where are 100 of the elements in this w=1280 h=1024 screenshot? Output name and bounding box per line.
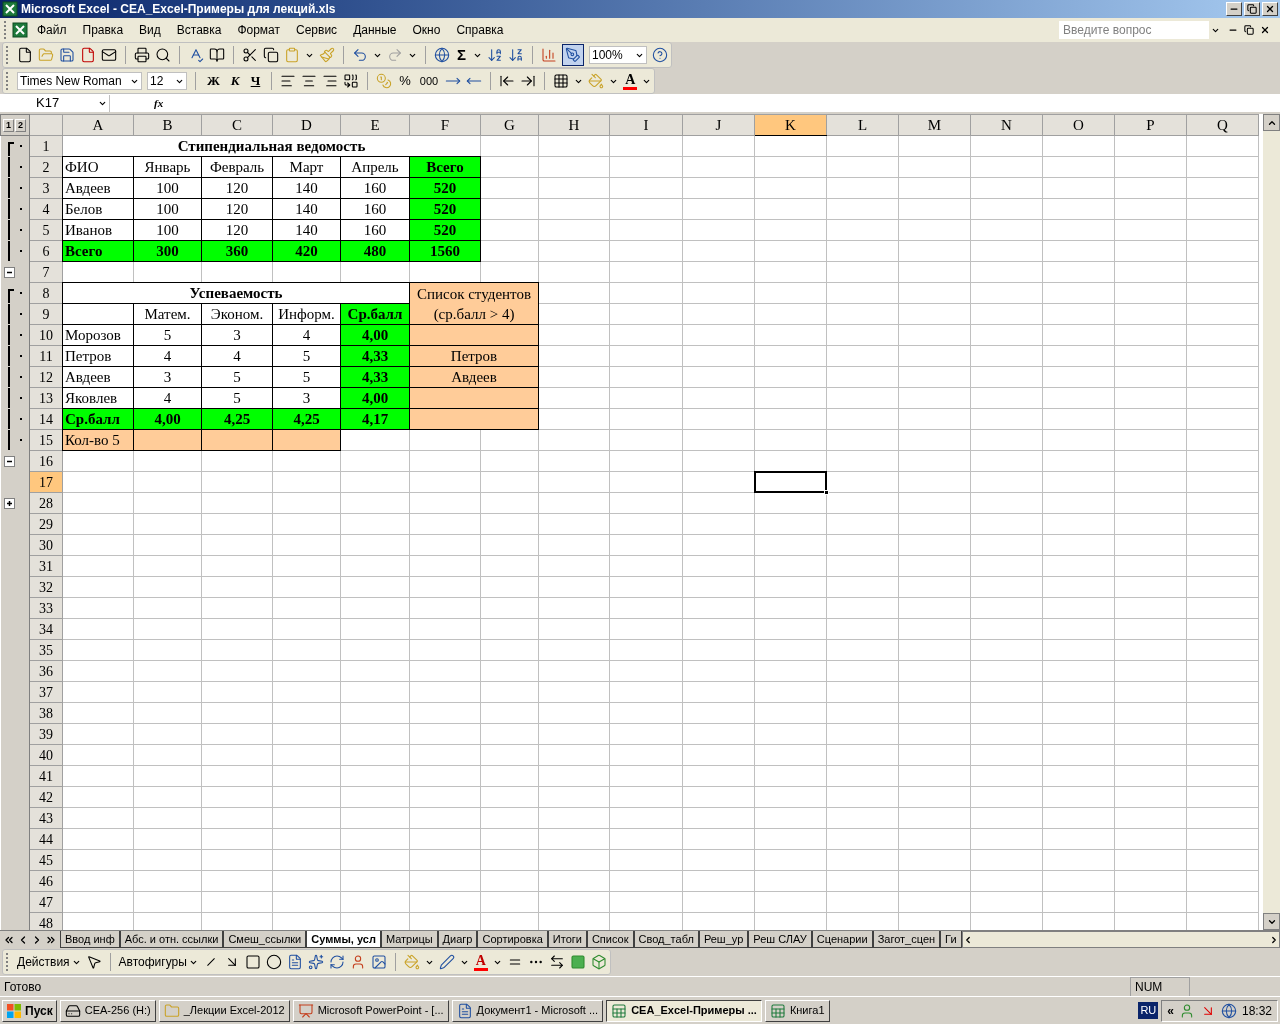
copy-icon[interactable] (263, 47, 279, 63)
column-header[interactable]: Q (1186, 114, 1259, 136)
taskbar-button[interactable]: CEA_Excel-Примеры ... (606, 999, 762, 1022)
diagram-icon[interactable] (328, 954, 345, 970)
borders-icon[interactable] (553, 73, 570, 89)
sort-ascending-icon[interactable] (487, 47, 503, 63)
function-label[interactable]: fx (110, 94, 164, 112)
sheet-tab[interactable]: Матрицы (380, 931, 438, 948)
menu-item[interactable]: Вид (132, 21, 168, 39)
spellcheck-icon[interactable] (188, 47, 204, 63)
drive-icon[interactable] (64, 1002, 81, 1019)
help-icon[interactable] (652, 47, 668, 63)
column-header[interactable]: K (754, 114, 827, 136)
rectangle-icon[interactable] (244, 954, 261, 970)
spreadsheet-icon[interactable] (769, 1002, 786, 1019)
ellipse-icon[interactable] (265, 954, 282, 970)
menu-item[interactable]: Вставка (169, 21, 229, 39)
thousands-button[interactable]: 000 (417, 72, 441, 90)
collapse-icon[interactable] (3, 266, 15, 278)
column-header[interactable]: J (682, 114, 755, 136)
column-header[interactable]: D (272, 114, 341, 136)
column-header[interactable]: B (133, 114, 202, 136)
start-button[interactable]: Пуск (2, 999, 57, 1022)
column-header[interactable]: H (538, 114, 610, 136)
font-size-dropdown[interactable]: 12 (147, 72, 187, 90)
image-icon[interactable] (370, 954, 387, 970)
menu-item[interactable]: Окно (405, 21, 448, 39)
pointer-icon[interactable] (85, 954, 102, 970)
outdent-icon[interactable] (499, 73, 516, 89)
line-color-icon[interactable] (438, 954, 455, 970)
actions-menu-button[interactable]: Действия (17, 953, 81, 971)
column-header[interactable]: E (340, 114, 410, 136)
book-icon[interactable] (209, 47, 225, 63)
file-icon[interactable] (80, 47, 96, 63)
sheet-tab[interactable]: Свод_табл (633, 931, 699, 948)
autoshapes-menu-button[interactable]: Автофигуры (118, 953, 198, 971)
spreadsheet-icon[interactable] (611, 1002, 628, 1019)
collapse-icon[interactable] (3, 455, 15, 467)
new-file-icon[interactable] (17, 47, 33, 63)
globe-icon[interactable] (1220, 1002, 1237, 1019)
fill-color-icon[interactable] (403, 954, 420, 970)
globe-icon[interactable] (434, 47, 450, 63)
sheet-tab[interactable]: Загот_сцен (872, 931, 941, 948)
percent-button[interactable]: % (397, 71, 413, 91)
sparkles-icon[interactable] (307, 954, 324, 970)
column-header[interactable]: O (1042, 114, 1115, 136)
menu-item[interactable]: Файл (30, 21, 74, 39)
indent-icon[interactable] (520, 73, 537, 89)
sum-button[interactable]: Σ (455, 43, 468, 67)
menu-item[interactable]: Данные (346, 21, 404, 39)
column-header[interactable]: M (898, 114, 971, 136)
presentation-icon[interactable] (297, 1002, 314, 1019)
taskbar-button[interactable]: Microsoft PowerPoint - [... (292, 999, 449, 1022)
sheet-tab[interactable]: Итоги (547, 931, 587, 948)
sheet-tab[interactable]: Ги (940, 931, 962, 948)
sheet-tab[interactable]: Ввод инф (60, 931, 120, 948)
column-header[interactable]: P (1114, 114, 1187, 136)
sheet-tab[interactable]: Реш СЛАУ (748, 931, 812, 948)
sheet-tab[interactable]: Диагр (437, 931, 478, 948)
column-header[interactable]: N (970, 114, 1043, 136)
shadow-icon[interactable] (570, 954, 586, 970)
bold-button[interactable]: Ж (204, 71, 223, 91)
help-search-field[interactable]: Введите вопрос (1059, 21, 1209, 39)
font-color-button[interactable]: A (623, 72, 638, 90)
italic-button[interactable]: К (227, 71, 243, 91)
active-cell[interactable] (754, 471, 827, 493)
outline-level-button[interactable]: 1 (3, 118, 14, 132)
menu-item[interactable]: Справка (449, 21, 511, 39)
align-center-icon[interactable] (301, 73, 318, 89)
restore-icon[interactable] (1244, 25, 1254, 35)
show-hidden-icons-button[interactable]: « (1167, 1001, 1174, 1020)
taskbar-button[interactable]: CEA-256 (H:) (59, 999, 156, 1022)
font-dropdown[interactable]: Times New Roman (17, 72, 142, 90)
menu-item[interactable]: Правка (75, 21, 131, 39)
column-header[interactable]: F (409, 114, 481, 136)
mail-icon[interactable] (101, 47, 117, 63)
outline-level-button[interactable]: 2 (15, 118, 26, 132)
sort-descending-icon[interactable] (508, 47, 524, 63)
print-icon[interactable] (134, 47, 150, 63)
name-box[interactable]: K17 (0, 94, 110, 112)
sheet-tab[interactable]: Сортировка (477, 931, 548, 948)
column-header[interactable]: C (201, 114, 273, 136)
align-right-icon[interactable] (322, 73, 339, 89)
align-left-icon[interactable] (280, 73, 297, 89)
clipboard-icon[interactable] (284, 47, 300, 63)
save-icon[interactable] (59, 47, 75, 63)
font-color-button[interactable]: A (473, 953, 488, 971)
taskbar-button[interactable]: _Лекции Excel-2012 (158, 999, 290, 1022)
underline-button[interactable]: Ч (247, 71, 264, 91)
zoom-dropdown[interactable]: 100% (589, 46, 647, 64)
sheet-tab[interactable]: Суммы, усл (306, 931, 381, 948)
fill-color-icon[interactable] (588, 73, 605, 89)
merge-icon[interactable] (343, 73, 360, 89)
text-box-icon[interactable] (286, 954, 303, 970)
chart-icon[interactable] (541, 47, 557, 63)
arrow-style-icon[interactable] (549, 954, 565, 970)
cube-icon[interactable] (591, 954, 607, 970)
undo-icon[interactable] (352, 47, 368, 63)
column-header[interactable]: A (62, 114, 134, 136)
menu-item[interactable]: Формат (230, 21, 288, 39)
